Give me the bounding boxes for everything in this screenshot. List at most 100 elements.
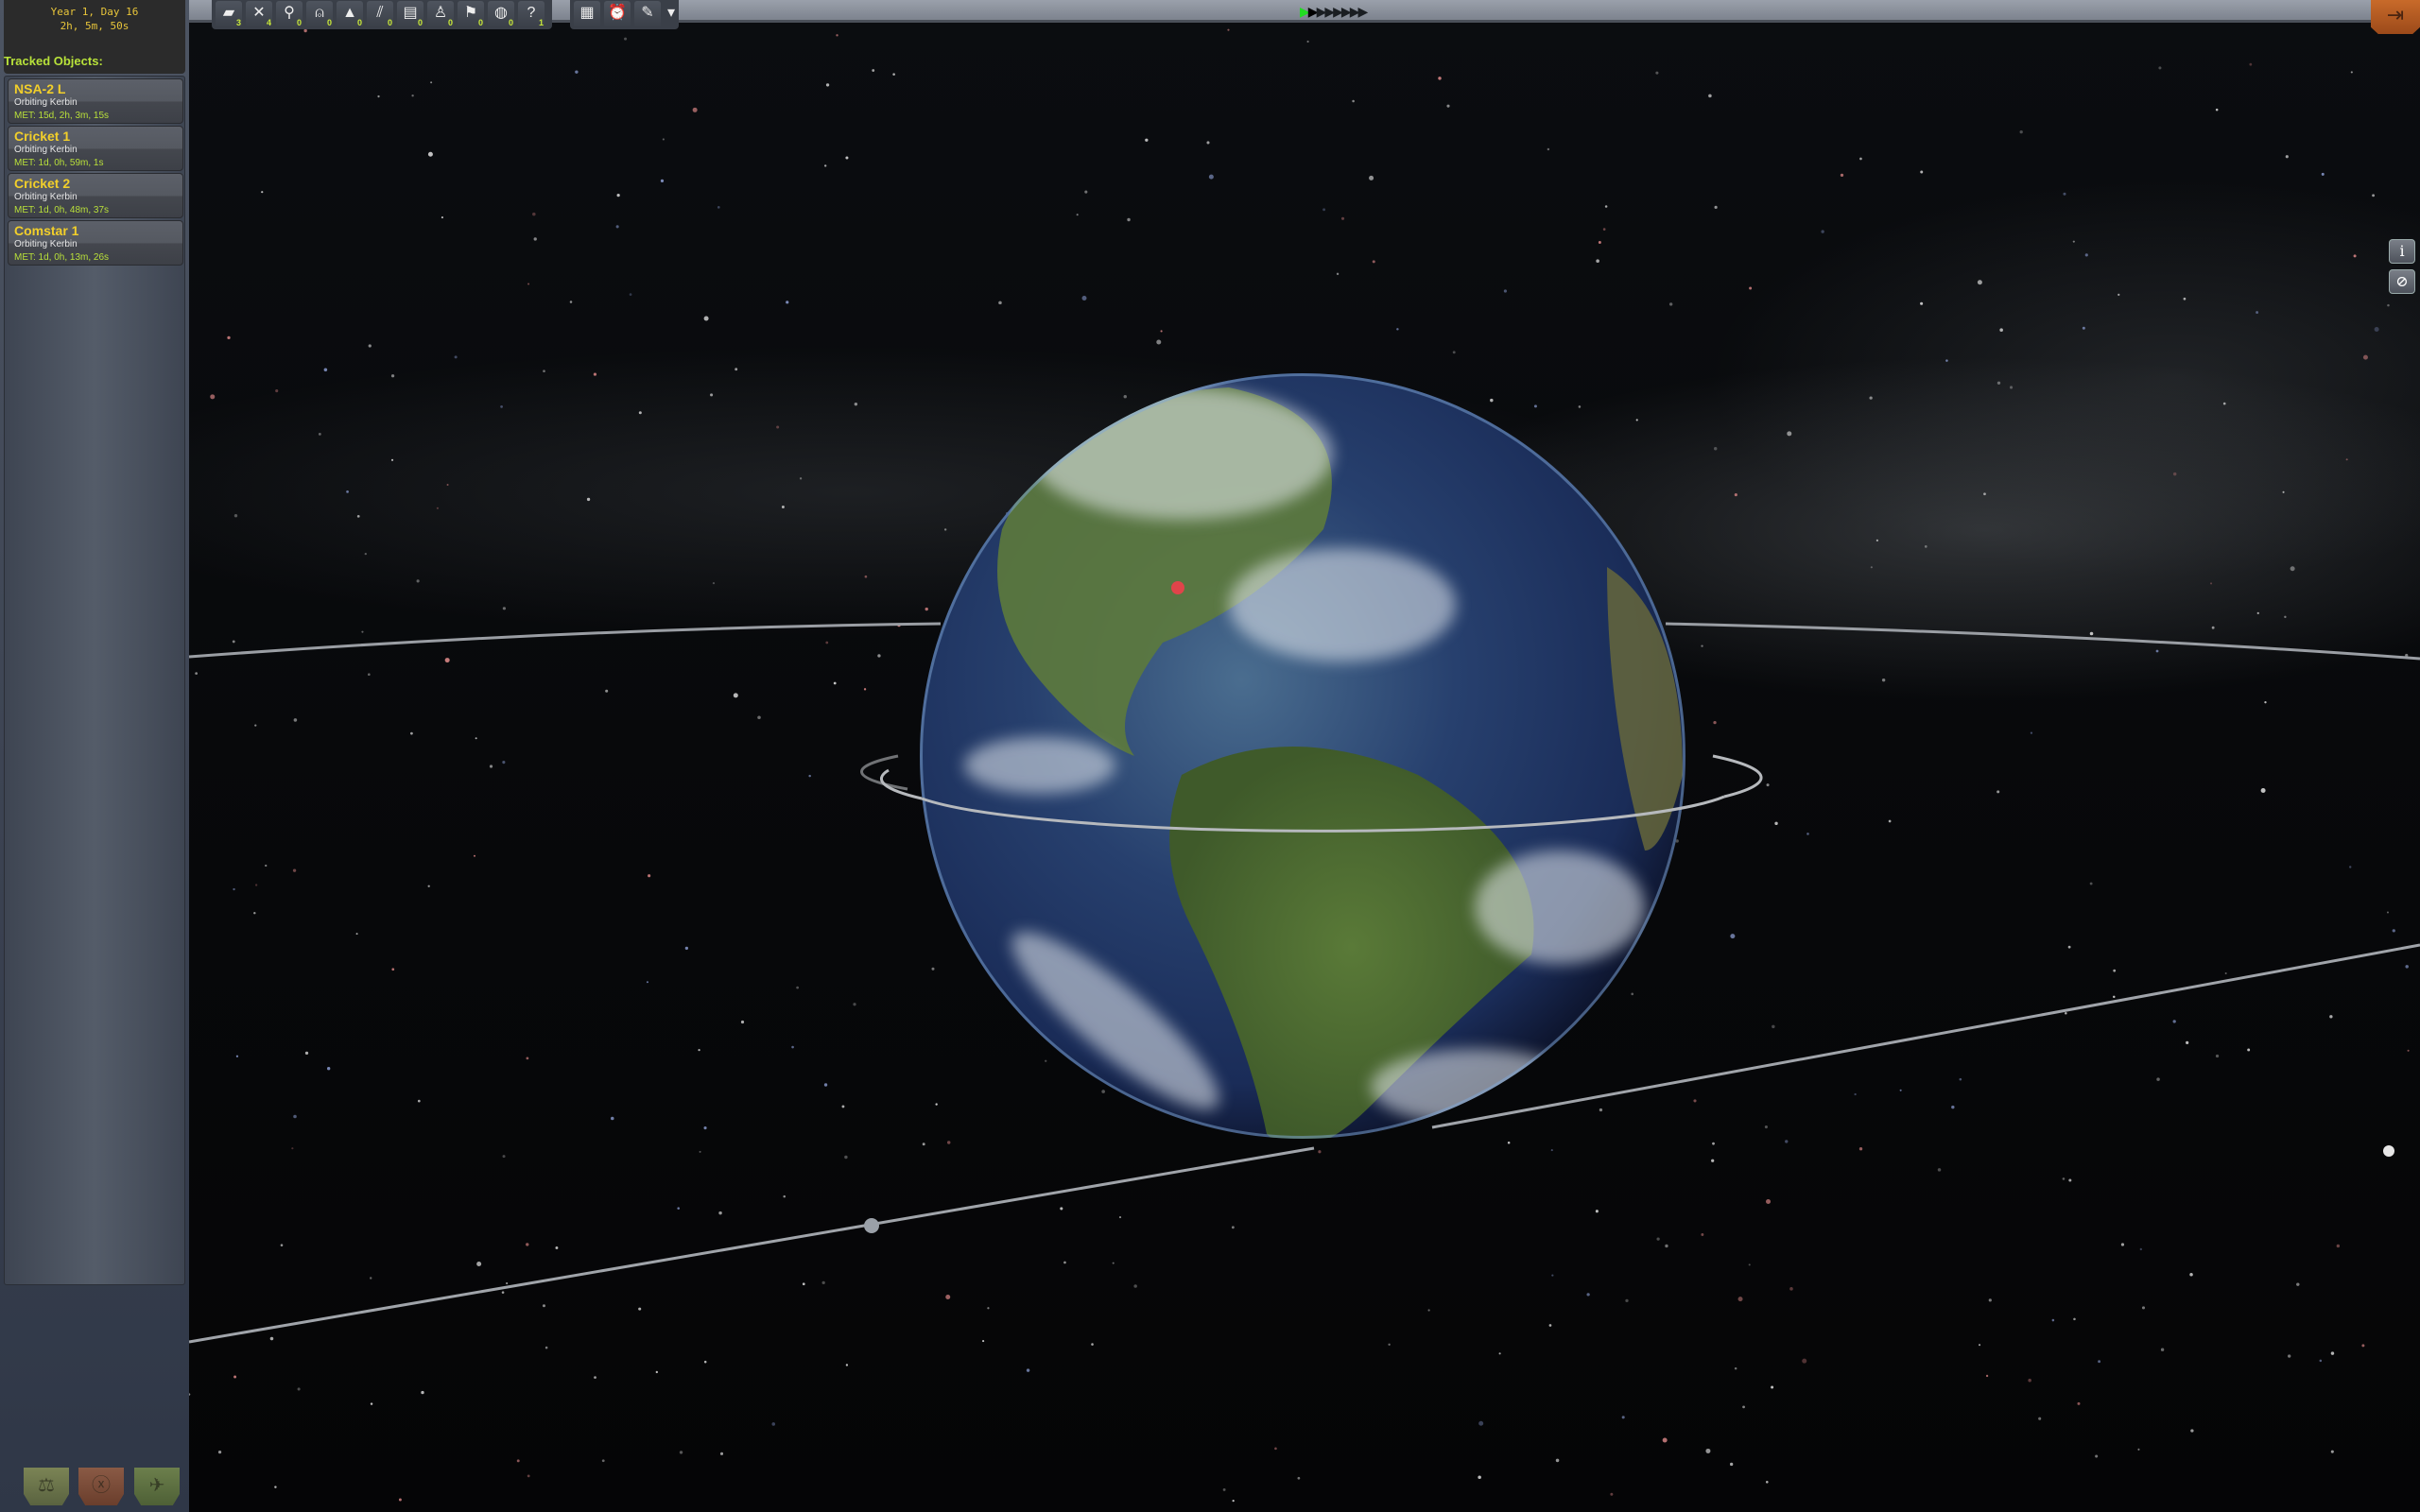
filter-probe-button[interactable]: ✕ 4: [246, 1, 272, 27]
star: [1160, 330, 1163, 333]
tracked-item[interactable]: NSA-2 L Orbiting Kerbin MET: 15d, 2h, 3m, …: [8, 78, 183, 124]
rover-icon: ⚲: [284, 5, 295, 21]
timewarp-step-icon[interactable]: ▶: [1300, 4, 1310, 19]
calculator-app-button[interactable]: ▦: [574, 1, 600, 27]
tracked-item[interactable]: Comstar 1 Orbiting Kerbin MET: 1d, 0h, 13m…: [8, 220, 183, 266]
alarm-clock-app-button[interactable]: ⏰: [604, 1, 631, 27]
star: [1766, 783, 1770, 787]
filter-eva-button[interactable]: ♙ 0: [427, 1, 454, 27]
star: [2030, 731, 2033, 734]
star: [1101, 1090, 1105, 1093]
star: [2329, 1015, 2333, 1019]
filter-flag-button[interactable]: ⚑ 0: [458, 1, 484, 27]
star: [1713, 447, 1718, 451]
satellite-marker[interactable]: [864, 1218, 879, 1233]
star: [1662, 1437, 1668, 1443]
star: [1340, 216, 1345, 220]
star: [2084, 253, 2088, 257]
star: [712, 581, 716, 585]
app-dropdown-button[interactable]: ▾: [665, 1, 678, 27]
filter-ship-button[interactable]: ▲ 0: [337, 1, 363, 27]
star: [719, 1452, 724, 1455]
timewarp-indicator[interactable]: ▶▶▶▶▶▶▶▶: [1300, 4, 1368, 19]
star: [2009, 386, 2014, 389]
star: [987, 1307, 990, 1310]
timewarp-step-icon[interactable]: ▶: [1324, 4, 1335, 19]
star: [227, 335, 231, 340]
star: [410, 731, 413, 735]
star: [1802, 1358, 1807, 1364]
vessel-status: Orbiting Kerbin: [14, 239, 78, 249]
star: [2189, 1273, 2193, 1277]
star: [274, 1486, 277, 1488]
star: [1881, 678, 1886, 682]
star: [275, 389, 279, 393]
star: [1369, 175, 1374, 180]
star: [2362, 354, 2368, 360]
star: [436, 507, 439, 509]
star: [593, 372, 597, 376]
star: [1112, 1262, 1115, 1264]
star: [1533, 404, 1537, 408]
planet-kerbin[interactable]: [920, 373, 1685, 1148]
star: [2190, 1429, 2194, 1433]
exit-to-space-center-button[interactable]: ⇥: [2371, 0, 2420, 34]
filter-count: 0: [508, 18, 513, 27]
star: [1596, 259, 1599, 264]
filter-base-button[interactable]: ▤ 0: [397, 1, 424, 27]
star: [1274, 1447, 1277, 1451]
filter-count: 1: [538, 18, 544, 27]
star: [2374, 327, 2379, 333]
timewarp-step-icon[interactable]: ▶: [1341, 4, 1352, 19]
star: [698, 1048, 700, 1052]
star: [841, 1105, 845, 1108]
filter-station-button[interactable]: ⫽ 0: [367, 1, 393, 27]
filter-count: 0: [387, 18, 392, 27]
star: [1985, 1374, 1989, 1378]
tracked-objects-list[interactable]: NSA-2 L Orbiting Kerbin MET: 15d, 2h, 3m, …: [4, 76, 185, 1285]
map-scene[interactable]: [0, 0, 2420, 1512]
filter-unknown-button[interactable]: ? 1: [518, 1, 544, 27]
filter-asteroid-button[interactable]: ◍ 0: [488, 1, 514, 27]
star: [2372, 194, 2376, 198]
filter-lander-button[interactable]: ⍝ 0: [306, 1, 333, 27]
chevron-down-icon: ▾: [666, 5, 676, 21]
star: [2260, 788, 2266, 794]
timewarp-step-icon[interactable]: ▶: [1333, 4, 1343, 19]
star: [655, 1370, 658, 1374]
star: [2062, 1177, 2066, 1180]
star: [369, 1277, 372, 1280]
filter-rover-button[interactable]: ⚲ 0: [276, 1, 302, 27]
orbit-view-button[interactable]: ⊘: [2389, 269, 2415, 294]
star: [1621, 1416, 1625, 1419]
recover-vessel-button[interactable]: ⚖: [24, 1468, 69, 1505]
tracked-item[interactable]: Cricket 2 Orbiting Kerbin MET: 1d, 0h, 48m…: [8, 173, 183, 218]
timewarp-step-icon[interactable]: ▶: [1357, 4, 1368, 19]
star: [2296, 1282, 2300, 1286]
star: [292, 868, 297, 872]
notes-app-button[interactable]: ✎: [634, 1, 661, 27]
terminate-vessel-button[interactable]: ⓧ: [78, 1468, 124, 1505]
star: [254, 724, 257, 727]
tracked-item[interactable]: Cricket 1 Orbiting Kerbin MET: 1d, 0h, 59m…: [8, 126, 183, 171]
star: [699, 1150, 701, 1153]
star: [356, 514, 360, 518]
filter-count: 0: [356, 18, 362, 27]
timewarp-step-icon[interactable]: ▶: [1308, 4, 1319, 19]
star: [254, 884, 258, 886]
filter-debris-button[interactable]: ▰ 3: [216, 1, 242, 27]
launch-site-marker[interactable]: [1171, 581, 1184, 594]
star: [303, 28, 307, 33]
star: [475, 737, 477, 740]
star: [2330, 1450, 2334, 1453]
star: [502, 761, 506, 765]
star: [638, 1307, 642, 1311]
star: [796, 986, 800, 989]
star: [718, 1211, 722, 1215]
star: [1771, 1385, 1774, 1389]
star: [1227, 28, 1230, 31]
star: [791, 1045, 794, 1049]
star: [2141, 1306, 2146, 1310]
info-button[interactable]: i: [2389, 239, 2415, 264]
fly-vessel-button[interactable]: ✈: [134, 1468, 180, 1505]
